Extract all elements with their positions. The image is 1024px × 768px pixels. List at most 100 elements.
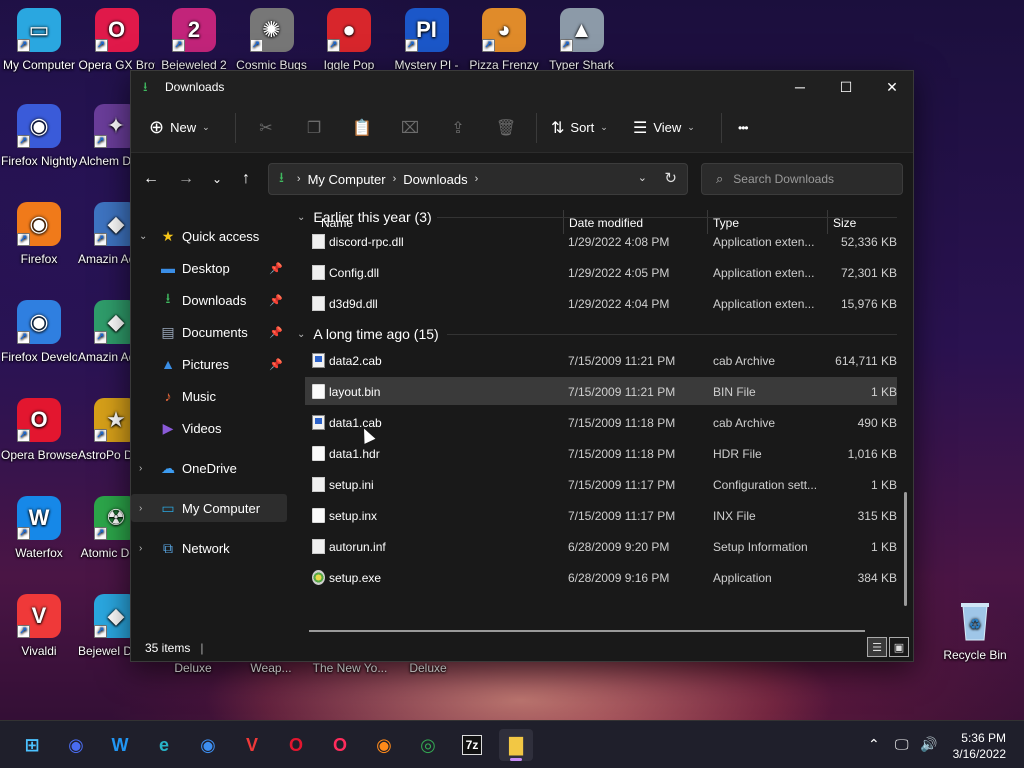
file-row[interactable]: setup.ini 7/15/2009 11:17 PM Configuration…	[305, 470, 897, 498]
file-row[interactable]: discord-rpc.dll 1/29/2022 4:08 PM Applicat…	[305, 227, 897, 255]
file-group-header[interactable]: ⌄ Earlier this year (3)	[297, 206, 897, 228]
desktop-icon-label[interactable]: Weap...	[233, 661, 309, 675]
volume-icon[interactable]: 🔊	[920, 736, 937, 753]
breadcrumb-downloads[interactable]: Downloads	[403, 172, 467, 187]
paste-button[interactable]: 📋	[338, 112, 386, 144]
close-button[interactable]: ✕	[869, 71, 915, 103]
maximize-button[interactable]: ☐	[823, 71, 869, 103]
nav-item-documents[interactable]: ▤ Documents 📌	[131, 318, 287, 346]
desktop-icon[interactable]: ◉↗ Firefox Develop...	[1, 300, 77, 365]
chevron-down-icon[interactable]: ⌄	[139, 231, 153, 242]
file-row[interactable]: data1.hdr 7/15/2009 11:18 PM HDR File 1,016…	[305, 439, 897, 467]
file-row[interactable]: layout.bin 7/15/2009 11:21 PM BIN File 1 KB	[305, 377, 897, 405]
desktop-icon-label[interactable]: Deluxe	[155, 661, 231, 675]
pin-icon[interactable]: 📌	[269, 326, 283, 339]
edge-taskbar[interactable]: e	[147, 729, 181, 761]
share-button[interactable]: ⇪	[434, 112, 482, 144]
new-button[interactable]: ⊕ New ⌄	[149, 112, 229, 144]
desktop-icon[interactable]: ▲ ↗ Typer Shark	[544, 8, 620, 73]
chrome-taskbar[interactable]: ◎	[411, 729, 445, 761]
nav-item-downloads[interactable]: ⭳ Downloads 📌	[131, 286, 287, 314]
nav-network[interactable]: › ⧉ Network	[131, 534, 287, 562]
forward-button[interactable]: →	[170, 163, 202, 195]
chevron-right-icon[interactable]: ›	[139, 543, 153, 554]
pin-icon[interactable]: 📌	[269, 294, 283, 307]
nav-item-videos[interactable]: ▶ Videos	[131, 414, 287, 442]
nav-item-music[interactable]: ♪ Music	[131, 382, 287, 410]
desktop-icon[interactable]: ◉ ↗ Firefox Nightly	[1, 104, 77, 169]
desktop-icon[interactable]: 2 ↗ Bejeweled 2	[156, 8, 232, 73]
chevron-right-icon[interactable]: ›	[139, 503, 153, 514]
7zip-taskbar[interactable]: 7z	[455, 729, 489, 761]
start-button[interactable]: ⊞	[15, 729, 49, 761]
up-button[interactable]: ↑	[230, 163, 262, 195]
nav-item-desktop[interactable]: ▬ Desktop 📌	[131, 254, 287, 282]
cut-button[interactable]: ✂	[242, 112, 290, 144]
vertical-scrollbar[interactable]	[904, 492, 907, 606]
sort-button[interactable]: ⇅ Sort ⌄	[543, 112, 625, 144]
nav-item-label: Downloads	[182, 292, 247, 308]
delete-button[interactable]: 🗑	[482, 112, 530, 144]
firefox-dev-taskbar[interactable]: ◉	[191, 729, 225, 761]
nav-item-pictures[interactable]: ▲ Pictures 📌	[131, 350, 287, 378]
chevron-down-icon[interactable]: ⌄	[297, 212, 305, 223]
refresh-icon[interactable]: ↻	[664, 169, 677, 187]
recycle-bin[interactable]: ♻ Recycle Bin	[937, 598, 1013, 663]
copy-button[interactable]: ❐	[290, 112, 338, 144]
back-button[interactable]: ←	[135, 163, 167, 195]
desktop-icon[interactable]: ◕ ↗ Pizza Frenzy	[466, 8, 542, 73]
desktop-icon-label[interactable]: The New Yo...	[312, 661, 388, 675]
opera-gx-taskbar[interactable]: O	[323, 729, 357, 761]
desktop-icon[interactable]: ● ↗ Iggle Pop	[311, 8, 387, 73]
rename-button[interactable]: ⌧	[386, 112, 434, 144]
desktop-icon[interactable]: O ↗ Opera Browser	[1, 398, 77, 463]
vivaldi-taskbar[interactable]: V	[235, 729, 269, 761]
more-options-button[interactable]: •••	[728, 112, 749, 144]
waterfox-taskbar[interactable]: W	[103, 729, 137, 761]
desktop-icon-label[interactable]: Deluxe	[390, 661, 466, 675]
pin-icon[interactable]: 📌	[269, 262, 283, 275]
desktop-icon[interactable]: PI ↗ Mystery PI -	[389, 8, 465, 73]
address-dropdown-icon[interactable]: ⌄	[638, 171, 647, 184]
nav-my-computer[interactable]: › ▭ My Computer	[131, 494, 287, 522]
file-row[interactable]: setup.inx 7/15/2009 11:17 PM INX File 315 K…	[305, 501, 897, 529]
firefox-nightly-taskbar[interactable]: ◉	[59, 729, 93, 761]
dll-icon	[312, 234, 325, 249]
pin-icon[interactable]: 📌	[269, 358, 283, 371]
desktop-icon[interactable]: ▭ ↗ My Computer	[1, 8, 77, 73]
firefox-taskbar[interactable]: ◉	[367, 729, 401, 761]
file-row[interactable]: Config.dll 1/29/2022 4:05 PM Application e…	[305, 258, 897, 286]
desktop-icon[interactable]: W ↗ Waterfox	[1, 496, 77, 561]
network-status-icon[interactable]: 🖵	[895, 736, 909, 753]
show-hidden-icons-button[interactable]: ⌃	[868, 736, 880, 753]
search-input[interactable]	[733, 172, 884, 186]
search-box[interactable]: ⌕	[701, 163, 903, 195]
file-row[interactable]: data2.cab 7/15/2009 11:21 PM cab Archive 61…	[305, 346, 897, 374]
minimize-button[interactable]: ─	[777, 71, 823, 103]
desktop-icon[interactable]: O↗Opera GX Browser	[79, 8, 155, 73]
file-row[interactable]: setup.exe 6/28/2009 9:16 PM Application 384…	[305, 563, 897, 591]
tiles-view-button[interactable]: ▣	[889, 637, 909, 657]
nav-onedrive[interactable]: › ☁ OneDrive	[131, 454, 287, 482]
chevron-right-icon[interactable]: ›	[139, 463, 153, 474]
file-explorer-taskbar[interactable]: ▇	[499, 729, 533, 761]
desktop-icon[interactable]: ✺ ↗ Cosmic Bugs	[234, 8, 310, 73]
view-button[interactable]: ☰ View ⌄	[625, 112, 715, 144]
system-clock[interactable]: 5:36 PM 3/16/2022	[953, 730, 1006, 762]
horizontal-scrollbar[interactable]	[309, 630, 865, 632]
file-group-header[interactable]: ⌄ A long time ago (15)	[297, 323, 897, 345]
desktop-icon[interactable]: ◉ ↗ Firefox	[1, 202, 77, 267]
details-view-button[interactable]: ☰	[867, 637, 887, 657]
file-row[interactable]: d3d9d.dll 1/29/2022 4:04 PM Application ex…	[305, 289, 897, 317]
address-bar[interactable]: ⭳ › My Computer › Downloads › ⌄ ↻	[268, 163, 688, 195]
nav-quick-access[interactable]: ⌄ ★ Quick access	[131, 222, 287, 250]
file-name: setup.exe	[329, 571, 382, 585]
chevron-down-icon[interactable]: ⌄	[297, 329, 305, 340]
file-row[interactable]: autorun.inf 6/28/2009 9:20 PM Setup Inform…	[305, 532, 897, 560]
recent-locations-button[interactable]: ⌄	[201, 163, 233, 195]
desktop-icon[interactable]: V ↗ Vivaldi	[1, 594, 77, 659]
file-row[interactable]: data1.cab 7/15/2009 11:18 PM cab Archive 49…	[305, 408, 897, 436]
opera-taskbar[interactable]: O	[279, 729, 313, 761]
title-bar[interactable]: ⭳ Downloads ─ ☐ ✕	[131, 71, 913, 103]
breadcrumb-my-computer[interactable]: My Computer	[308, 172, 386, 187]
